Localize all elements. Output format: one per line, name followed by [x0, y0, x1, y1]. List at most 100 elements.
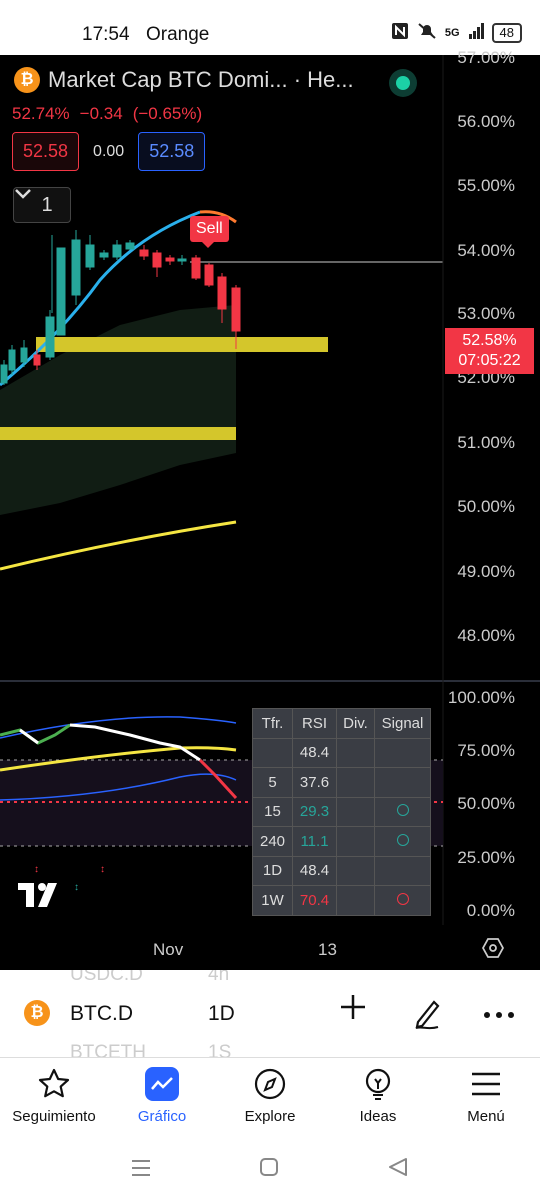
timeframe-selector[interactable]: 1D [208, 1002, 235, 1026]
spread-value: 0.00 [93, 142, 125, 160]
x-axis-label: Nov [153, 940, 184, 959]
price-change: −0.34 [79, 104, 123, 123]
buy-price-button[interactable]: 52.58 [138, 132, 206, 171]
menu-icon [432, 1066, 540, 1102]
chart-area[interactable]: ↕ ↕ ↕ ₿ Market Cap BTC Domi... · He... 5… [0, 48, 540, 970]
symbol-header[interactable]: ₿ Market Cap BTC Domi... · He... [14, 67, 354, 93]
nav-label: Menú [467, 1108, 505, 1125]
nav-ideas[interactable]: Ideas [324, 1066, 432, 1125]
symbol-selector[interactable]: BTC.D [70, 1002, 133, 1026]
status-carrier: Orange [146, 24, 210, 45]
table-row: 240 11.1 [252, 826, 431, 857]
recents-icon[interactable] [131, 1159, 151, 1182]
system-navigation [0, 1137, 540, 1200]
symbol-toolbar: USDC.D 4h BTCETH 1S ₿ BTC.D 1D [0, 970, 540, 1057]
header-tfr: Tfr. [252, 708, 293, 739]
nav-explore[interactable]: Explore [216, 1066, 324, 1125]
cell-rsi: 48.4 [292, 737, 337, 768]
y-axis-label: 56.00% [457, 112, 515, 131]
y-axis-label: 51.00% [457, 433, 515, 452]
cell-div [336, 796, 375, 827]
y-axis-label: 53.00% [457, 304, 515, 323]
ghost-tf-above: 4h [208, 970, 230, 985]
nav-label: Gráfico [137, 1108, 187, 1125]
cell-tf: 5 [252, 767, 293, 798]
indicator-collapse-button[interactable]: 1 [13, 187, 71, 223]
cell-signal [374, 885, 431, 916]
symbol-title[interactable]: Market Cap BTC Domi... · He... [48, 67, 354, 93]
cell-rsi: 11.1 [292, 826, 337, 857]
more-icon[interactable] [483, 994, 515, 1028]
nav-grafico[interactable]: Gráfico [108, 1066, 216, 1125]
add-icon[interactable] [338, 992, 368, 1028]
table-row: 15 29.3 [252, 796, 431, 827]
nav-menu[interactable]: Menú [432, 1066, 540, 1125]
price-change-row: 52.74% −0.34 (−0.65%) [12, 104, 202, 124]
y-axis-label: 55.00% [457, 176, 515, 195]
cloud-band [0, 305, 236, 515]
cell-signal [374, 767, 431, 798]
compass-icon [216, 1066, 324, 1102]
buy-signal-icon [396, 833, 409, 846]
rsi-axis-label: 75.00% [457, 741, 515, 760]
nav-label: Ideas [359, 1108, 397, 1125]
bitcoin-icon: ₿ [24, 1000, 50, 1026]
header-signal: Signal [374, 708, 431, 739]
cell-div [336, 767, 375, 798]
y-axis-label: 48.00% [457, 626, 515, 645]
y-axis-label: 54.00% [457, 241, 515, 260]
table-row: 1D 48.4 [252, 855, 431, 886]
bar-countdown: 07:05:22 [458, 352, 521, 369]
cell-tf: 1W [252, 885, 293, 916]
market-status-icon[interactable] [389, 69, 417, 97]
rsi-axis-label: 100.00% [447, 688, 515, 707]
battery-icon: 48 [491, 23, 522, 43]
nav-seguimiento[interactable]: Seguimiento [0, 1066, 108, 1125]
indicator-count: 1 [41, 193, 53, 216]
cell-rsi: 37.6 [292, 767, 337, 798]
cell-div [336, 855, 375, 886]
bottom-navigation: Seguimiento Gráfico Explore Ideas Menú [0, 1057, 540, 1137]
header-div: Div. [336, 708, 375, 739]
star-icon [0, 1066, 108, 1102]
cell-div [336, 885, 375, 916]
ghost-symbol-below: BTCETH [70, 1042, 146, 1057]
current-price-tag: 52.58% 07:05:22 [445, 328, 534, 374]
cell-rsi: 29.3 [292, 796, 337, 827]
table-row: 48.4 [252, 737, 431, 768]
status-icons: 5G 48 [391, 22, 522, 44]
cell-signal [374, 737, 431, 768]
rsi-table-header: Tfr. RSI Div. Signal [252, 708, 431, 739]
cell-tf: 15 [252, 796, 293, 827]
sell-signal-label: Sell [190, 216, 229, 248]
buy-signal-icon [396, 804, 409, 817]
home-icon[interactable] [260, 1158, 278, 1181]
table-row: 1W 70.4 [252, 885, 431, 916]
sell-price-button[interactable]: 52.58 [12, 132, 80, 171]
price-change-pct: (−0.65%) [132, 104, 203, 123]
cell-tf: 240 [252, 826, 293, 857]
cell-signal [374, 796, 431, 827]
x-axis-label: 13 [318, 940, 337, 959]
mute-icon [417, 22, 437, 44]
chart-icon-wrap [108, 1066, 216, 1102]
ghost-tf-below: 1S [208, 1042, 232, 1057]
signal-mark: ↕ [34, 864, 39, 875]
support-zone-upper [36, 337, 328, 352]
drawing-tools-icon[interactable] [410, 996, 444, 1035]
rsi-axis-label: 25.00% [457, 848, 515, 867]
rsi-table: Tfr. RSI Div. Signal 48.4 5 37.6 15 29.3… [252, 708, 431, 916]
cell-signal [374, 855, 431, 886]
cell-rsi: 48.4 [292, 855, 337, 886]
rsi-axis-label: 0.00% [466, 901, 515, 920]
trade-boxes: 52.58 0.00 52.58 [12, 132, 206, 171]
support-zone-lower [0, 427, 236, 440]
cell-div [336, 826, 375, 857]
network-badge: 5G [444, 27, 460, 39]
status-time: 17:54 [82, 24, 130, 45]
chart-icon [145, 1067, 179, 1101]
back-icon[interactable] [388, 1158, 408, 1181]
moving-average-line [0, 520, 237, 571]
cell-tf: 1D [252, 855, 293, 886]
table-row: 5 37.6 [252, 767, 431, 798]
